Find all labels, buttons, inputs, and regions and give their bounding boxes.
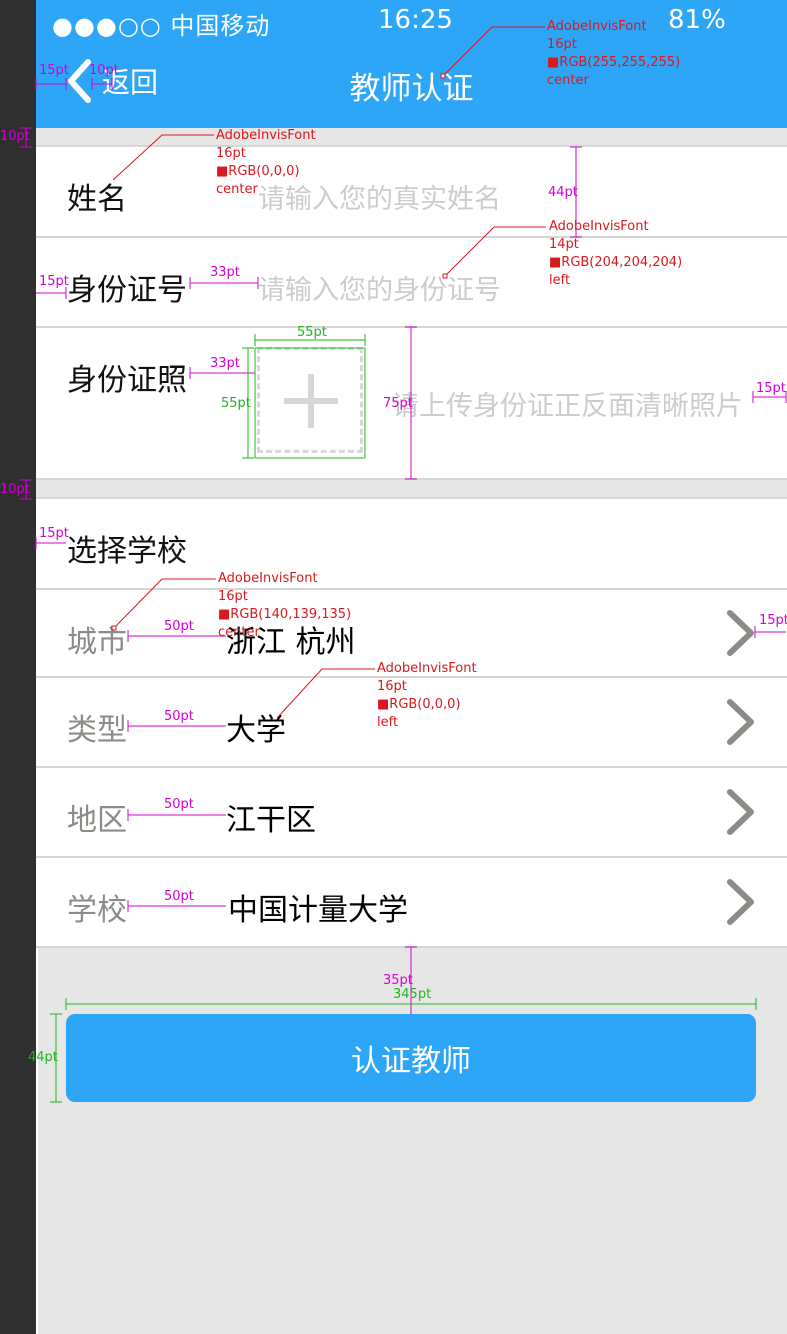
dim-id-gap: 33pt [210,265,240,280]
dim-gap-top: 10pt [0,129,30,144]
school-value: 中国计量大学 [228,893,408,928]
dim-hint-right: 15pt [756,381,786,396]
upload-photo-button[interactable] [257,347,363,453]
type-label: 类型 [67,713,127,748]
dim-school-gap: 50pt [164,889,194,904]
dim-row-height: 44pt [548,185,578,200]
dim-school-left: 15pt [39,526,69,541]
dim-box-height: 55pt [221,396,251,411]
area-row[interactable]: 地区 江干区 [36,768,787,856]
submit-button[interactable]: 认证教师 [66,1014,756,1102]
city-label: 城市 [67,625,127,660]
school-row[interactable]: 学校 中国计量大学 [36,858,787,946]
area-label: 地区 [67,803,127,838]
status-time: 16:25 [378,5,453,35]
dim-button-width: 345pt [393,987,432,1002]
plus-icon [284,374,338,428]
chevron-right-icon [727,789,754,835]
name-label: 姓名 [67,182,127,217]
dim-gap-mid: 10pt [0,482,30,497]
carrier-signal: ●●●○○ 中国移动 [52,12,271,40]
left-edge-line [36,948,38,1334]
type-value: 大学 [226,713,286,748]
placeholder-font-spec: AdobeInvisFont 14pt ■RGB(204,204,204) le… [549,219,683,288]
dim-area-gap: 50pt [164,797,194,812]
dim-photo-gap: 33pt [210,356,240,371]
chevron-right-icon [727,699,754,745]
school-label: 学校 [67,893,127,928]
dim-id-left: 15pt [39,274,69,289]
title-font-spec: AdobeInvisFont 16pt ■RGB(255,255,255) ce… [547,19,681,88]
dim-city-gap: 50pt [164,619,194,634]
identity-section: 姓名 请输入您的真实姓名 身份证号 请输入您的身份证号 身份证照 请上传身份证正… [36,145,787,480]
label-font-spec: AdobeInvisFont 16pt ■RGB(0,0,0) center [216,128,316,197]
school-section-label: 选择学校 [67,534,187,569]
dim-button-top: 35pt [383,973,413,988]
id-number-label: 身份证号 [67,273,187,308]
secondary-font-spec: AdobeInvisFont 16pt ■RGB(140,139,135) ce… [218,571,352,640]
dim-button-height: 44pt [28,1050,58,1065]
dim-back-left: 15pt [39,63,69,78]
dim-box-width: 55pt [297,325,327,340]
id-number-input[interactable]: 请输入您的身份证号 [258,268,501,307]
dim-photo-row: 75pt [383,396,413,411]
dim-type-gap: 50pt [164,709,194,724]
dim-back-gap: 10pt [89,63,119,78]
chevron-right-icon [727,610,754,656]
school-section-header: 选择学校 [36,499,787,588]
value-font-spec: AdobeInvisFont 16pt ■RGB(0,0,0) left [377,661,477,730]
chevron-right-icon [727,879,754,925]
area-value: 江干区 [226,803,316,838]
dim-chev-right: 15pt [759,613,787,628]
id-photo-hint: 请上传身份证正反面清晰照片 [392,391,743,422]
id-photo-label: 身份证照 [67,363,187,398]
